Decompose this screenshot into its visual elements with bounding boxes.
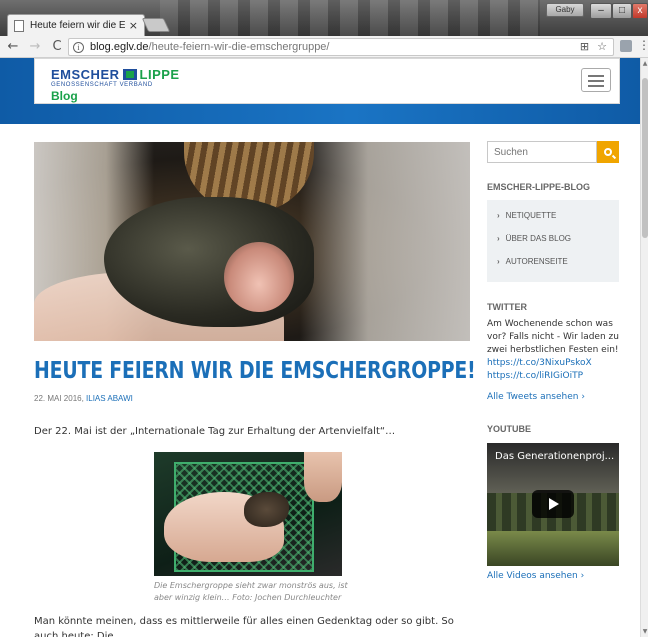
browser-toolbar: ← → C i blog.eglv.de/heute-feiern-wir-di… — [0, 36, 648, 58]
post-author-link[interactable]: ILIAS ABAWI — [86, 394, 133, 403]
maximize-button[interactable]: □ — [612, 3, 632, 19]
blog-heading: EMSCHER-LIPPE-BLOG — [487, 182, 591, 192]
logo-emscher: EMSCHER — [51, 67, 120, 82]
minimize-button[interactable]: – — [590, 3, 612, 19]
chevron-right-icon: › — [497, 257, 500, 266]
post-body-line: Man könnte meinen, dass es mittlerweile … — [34, 616, 454, 637]
close-window-button[interactable]: x — [632, 3, 648, 19]
menu-item-netiquette[interactable]: › NETIQUETTE — [497, 208, 619, 231]
tweet-link-2[interactable]: https://t.co/liRIGiOiTP — [487, 370, 627, 383]
back-button[interactable]: ← — [4, 39, 22, 54]
post-date: 22. MAI 2016, — [34, 394, 87, 403]
extension-icon[interactable] — [620, 40, 632, 52]
menu-item-label: AUTORENSEITE — [505, 257, 568, 266]
url-host: blog.eglv.de — [90, 41, 149, 53]
profile-badge[interactable]: Gaby — [546, 3, 584, 17]
info-icon[interactable]: i — [73, 41, 84, 53]
video-title[interactable]: Das Generationenproj... — [495, 451, 614, 462]
scroll-up-icon[interactable]: ▲ — [641, 60, 648, 67]
all-tweets-link[interactable]: Alle Tweets ansehen › — [487, 392, 585, 402]
post-title[interactable]: HEUTE FEIERN WIR DIE EMSCHERGROPPE! — [34, 358, 476, 384]
search-icon — [604, 148, 612, 156]
video-player[interactable]: Das Generationenproj... — [487, 443, 619, 566]
tweet-link-1[interactable]: https://t.co/3NixuPskoX — [487, 357, 627, 370]
post-body: Man könnte meinen, dass es mittlerweile … — [34, 614, 474, 637]
forward-button[interactable]: → — [26, 39, 44, 54]
search-input[interactable] — [487, 141, 597, 163]
scrollbar-thumb[interactable] — [642, 78, 648, 238]
logo-subtitle: GENOSSENSCHAFT VERBAND — [51, 82, 153, 88]
play-icon[interactable] — [532, 490, 574, 518]
post-meta: 22. MAI 2016, ILIAS ABAWI — [34, 394, 133, 403]
site-logo[interactable]: EMSCHER LIPPE GENOSSENSCHAFT VERBAND Blo… — [51, 67, 180, 103]
address-bar[interactable]: i blog.eglv.de/heute-feiern-wir-die-emsc… — [68, 38, 614, 56]
browser-menu-icon[interactable]: ⋮ — [638, 38, 648, 52]
search-button[interactable] — [597, 141, 619, 163]
chevron-right-icon: › — [497, 234, 500, 243]
page-viewport: EMSCHER LIPPE GENOSSENSCHAFT VERBAND Blo… — [0, 58, 640, 637]
page-scrollbar[interactable]: ▲ ▼ — [640, 58, 648, 637]
window-title-bar: Heute feiern wir die Ems × Gaby – □ x — [0, 0, 648, 36]
all-videos-link[interactable]: Alle Videos ansehen › — [487, 571, 584, 581]
logo-blog-label: Blog — [51, 89, 78, 103]
logo-lippe: LIPPE — [139, 67, 180, 82]
scroll-down-icon[interactable]: ▼ — [641, 628, 648, 635]
tweet: Am Wochenende schon was vor? Falls nicht… — [487, 318, 627, 383]
translate-icon[interactable]: ⊞ — [580, 40, 589, 53]
tab-close-icon[interactable]: × — [129, 19, 138, 32]
blog-menu: › NETIQUETTE › ÜBER DAS BLOG › AUTORENSEITE — [487, 200, 619, 282]
image-caption: Die Emschergroppe sieht zwar monströs au… — [154, 581, 348, 602]
twitter-heading: TWITTER — [487, 302, 527, 312]
tweet-text: Am Wochenende schon was vor? Falls nicht… — [487, 319, 619, 355]
site-header: EMSCHER LIPPE GENOSSENSCHAFT VERBAND Blo… — [34, 58, 620, 104]
hamburger-icon[interactable] — [581, 68, 611, 92]
menu-item-about[interactable]: › ÜBER DAS BLOG — [497, 231, 619, 254]
new-tab-button[interactable] — [141, 18, 171, 32]
menu-item-label: NETIQUETTE — [505, 211, 557, 220]
chevron-right-icon: › — [497, 211, 500, 220]
sidebar-search — [487, 141, 619, 163]
browser-tab[interactable]: Heute feiern wir die Ems × — [7, 14, 145, 36]
url-text[interactable]: blog.eglv.de/heute-feiern-wir-die-emsche… — [90, 41, 329, 53]
tab-title: Heute feiern wir die Ems — [30, 20, 125, 31]
reload-button[interactable]: C — [48, 39, 66, 54]
menu-item-label: ÜBER DAS BLOG — [505, 234, 572, 243]
hero-image-fish — [34, 142, 470, 341]
youtube-heading: YOUTUBE — [487, 424, 532, 434]
post-lead: Der 22. Mai ist der „Internationale Tag … — [34, 426, 396, 437]
bookmark-star-icon[interactable]: ☆ — [597, 40, 607, 53]
logo-mark-icon — [122, 69, 137, 80]
url-path: /heute-feiern-wir-die-emschergruppe/ — [148, 41, 330, 53]
menu-item-authors[interactable]: › AUTORENSEITE — [497, 254, 619, 277]
page-icon — [14, 19, 24, 32]
inline-image-net — [154, 452, 342, 576]
